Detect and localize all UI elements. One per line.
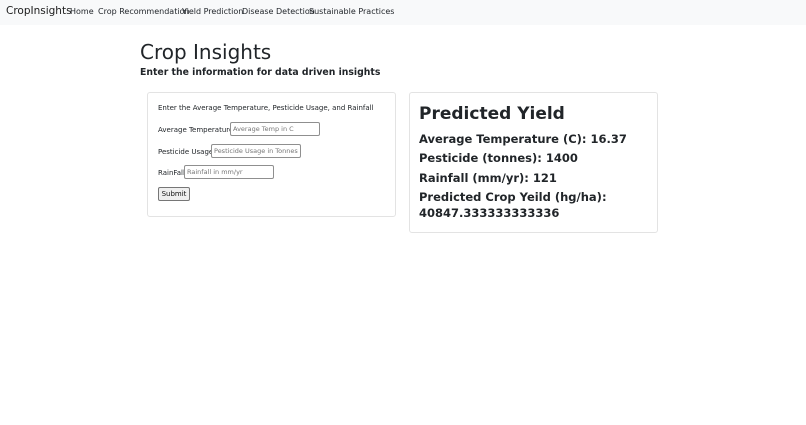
- pesticide-usage-label: Pesticide Usage: [158, 148, 214, 156]
- rainfall-result: Rainfall (mm/yr): 121: [419, 171, 557, 185]
- input-form-card: Enter the Average Temperature, Pesticide…: [147, 92, 396, 217]
- average-temperature-result: Average Temperature (C): 16.37: [419, 132, 627, 146]
- average-temperature-label: Average Temperature: [158, 126, 234, 134]
- predicted-crop-yield-label: Predicted Crop Yeild (hg/ha):: [419, 190, 607, 204]
- brand-link[interactable]: CropInsights: [6, 5, 72, 17]
- pesticide-result: Pesticide (tonnes): 1400: [419, 151, 578, 165]
- predicted-yield-title: Predicted Yield: [419, 104, 565, 124]
- rainfall-label: RainFall: [158, 169, 185, 177]
- nav-link-sustainable-practices[interactable]: Sustainable Practices: [309, 7, 394, 16]
- nav-link-home[interactable]: Home: [70, 7, 94, 16]
- predicted-yield-card: Predicted Yield Average Temperature (C):…: [409, 92, 658, 233]
- nav-link-crop-recommendation[interactable]: Crop Recommendation: [98, 7, 190, 16]
- nav-link-yield-prediction[interactable]: Yield Prediction: [182, 7, 243, 16]
- average-temperature-input[interactable]: [230, 122, 320, 136]
- rainfall-input[interactable]: [184, 165, 274, 179]
- page-subtitle: Enter the information for data driven in…: [140, 67, 381, 78]
- form-instructions: Enter the Average Temperature, Pesticide…: [158, 104, 374, 112]
- pesticide-usage-input[interactable]: [211, 144, 301, 158]
- submit-button[interactable]: Submit: [158, 187, 190, 201]
- top-navbar: CropInsights Home Crop Recommendation Yi…: [0, 0, 806, 25]
- nav-link-disease-detection[interactable]: Disease Detection: [242, 7, 315, 16]
- page-title: Crop Insights: [140, 40, 272, 64]
- predicted-crop-yield-value: 40847.333333333336: [419, 206, 560, 220]
